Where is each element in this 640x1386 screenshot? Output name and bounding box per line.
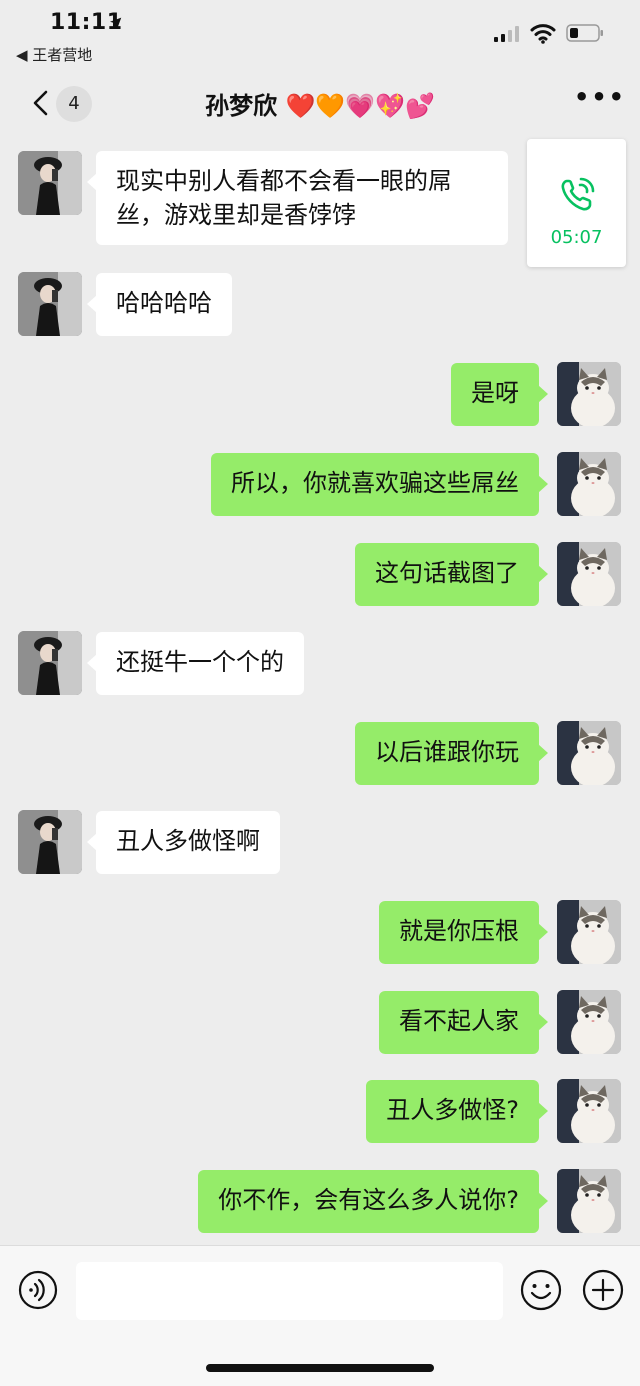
my-avatar-cat[interactable] (557, 452, 621, 516)
contact-avatar[interactable] (18, 151, 82, 215)
plus-icon[interactable] (582, 1269, 624, 1311)
outgoing-message[interactable]: 你不作，会有这么多人说你? (198, 1170, 548, 1233)
contact-avatar[interactable] (18, 272, 82, 336)
emoji-icon[interactable] (520, 1269, 562, 1311)
outgoing-message[interactable]: 就是你压根 (379, 901, 548, 964)
my-avatar-cat[interactable] (557, 900, 621, 964)
chat-header: 4 孙梦欣 ❤️🧡💗💖💕 ••• (0, 72, 640, 136)
status-bar: 11:11 ➤ ◀ 王者营地 (0, 0, 640, 72)
my-avatar-cat[interactable] (557, 542, 621, 606)
voice-icon[interactable] (18, 1270, 58, 1310)
chat-title: 孙梦欣 ❤️🧡💗💖💕 (205, 92, 435, 120)
outgoing-message[interactable]: 看不起人家 (379, 991, 548, 1054)
incoming-message[interactable]: 哈哈哈哈 (87, 273, 232, 336)
battery-icon (566, 24, 603, 42)
incoming-message[interactable]: 丑人多做怪啊 (87, 811, 280, 874)
outgoing-message[interactable]: 是呀 (451, 363, 548, 426)
contact-avatar[interactable] (18, 810, 82, 874)
message-text-field[interactable] (76, 1262, 503, 1320)
my-avatar-cat[interactable] (557, 1079, 621, 1143)
message-input-bar (0, 1245, 640, 1386)
more-options-button[interactable]: ••• (574, 85, 624, 116)
my-avatar-cat[interactable] (557, 362, 621, 426)
my-avatar-cat[interactable] (557, 1169, 621, 1233)
call-duration: 05:07 (550, 227, 603, 248)
back-to-app-link[interactable]: ◀ 王者营地 (16, 44, 92, 65)
outgoing-message[interactable]: 以后谁跟你玩 (355, 722, 548, 785)
wifi-icon (530, 24, 556, 44)
cellular-signal-icon (494, 26, 519, 42)
outgoing-message[interactable]: 丑人多做怪? (366, 1080, 548, 1143)
my-avatar-cat[interactable] (557, 990, 621, 1054)
home-indicator (206, 1364, 434, 1372)
outgoing-message[interactable]: 这句话截图了 (355, 543, 548, 606)
incoming-message[interactable]: 还挺牛一个个的 (87, 632, 304, 695)
contact-avatar[interactable] (18, 631, 82, 695)
incoming-message[interactable]: 现实中别人看都不会看一眼的屌丝，游戏里却是香饽饽 (87, 151, 508, 245)
outgoing-message[interactable]: 所以，你就喜欢骗这些屌丝 (211, 453, 548, 516)
phone-call-icon (561, 177, 595, 211)
call-record-card[interactable]: 05:07 (527, 139, 626, 267)
my-avatar-cat[interactable] (557, 721, 621, 785)
